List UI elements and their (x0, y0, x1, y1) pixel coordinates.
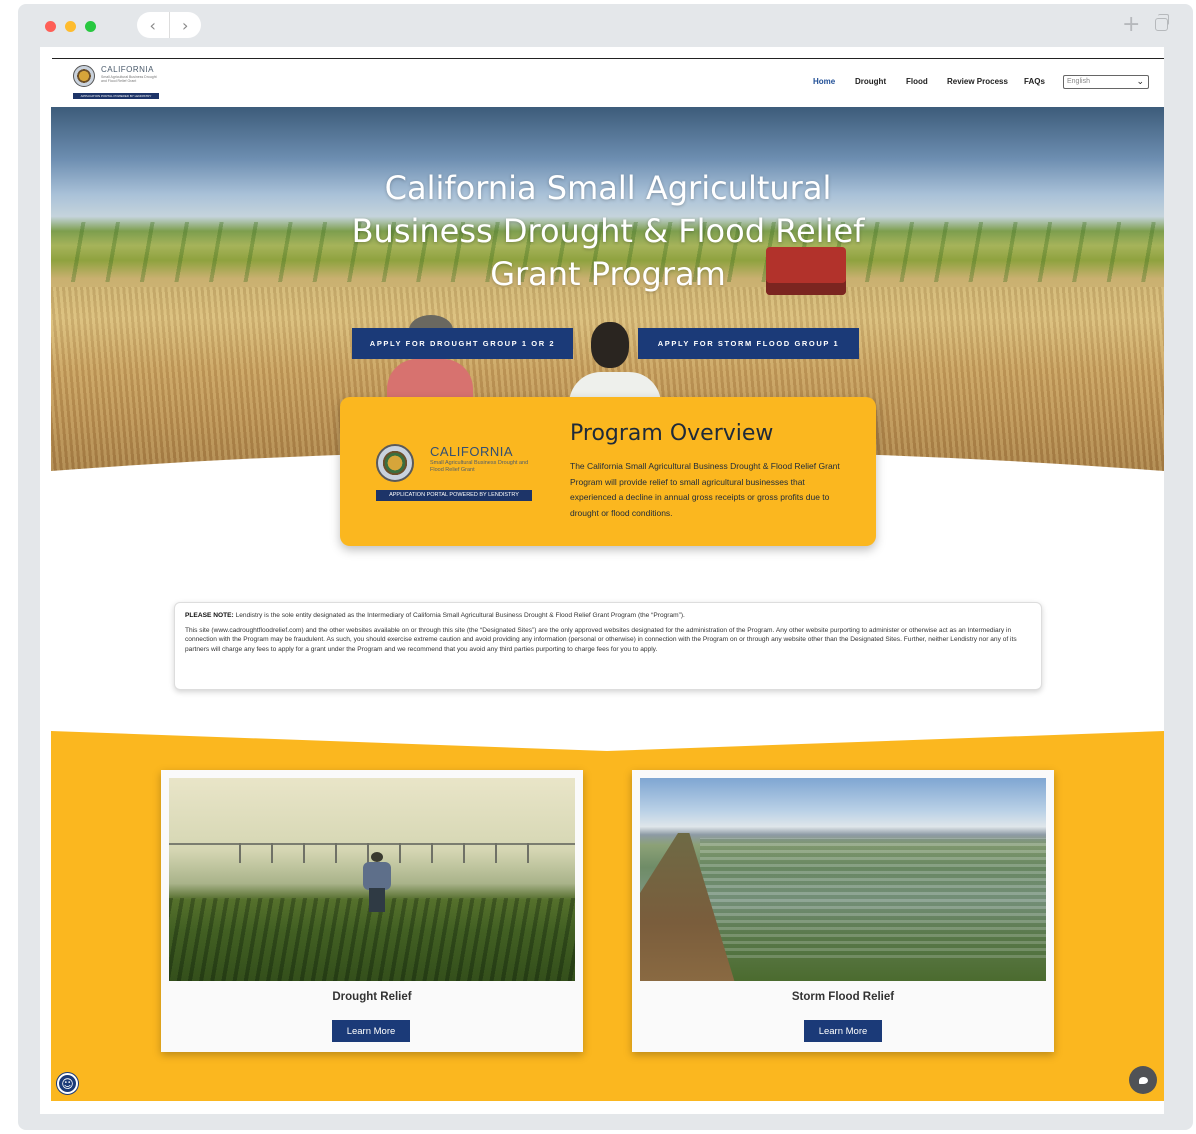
overview-logo-subtitle: Small Agricultural Business Drought and … (430, 460, 529, 473)
notice-lead: PLEASE NOTE: (185, 612, 234, 619)
notice-first-line: PLEASE NOTE: Lendistry is the sole entit… (185, 611, 1031, 620)
storm-flood-relief-title: Storm Flood Relief (791, 991, 895, 1003)
hero-title: California Small Agricultural Business D… (351, 169, 865, 293)
program-overview-card: CALIFORNIA Small Agricultural Business D… (340, 397, 876, 546)
browser-toolbar: ‹ › + (18, 4, 1193, 48)
drought-relief-card: Drought Relief Learn More (161, 770, 583, 1052)
language-select[interactable]: English ⌄ (1063, 75, 1149, 89)
nav-home[interactable]: Home (813, 77, 835, 86)
farmer-figure-head (371, 852, 383, 862)
drought-relief-image (169, 778, 575, 981)
flood-learn-more-button[interactable]: Learn More (804, 1020, 882, 1042)
farmer-figure-body (363, 862, 391, 890)
tab-overview-icon[interactable] (1155, 14, 1169, 31)
drought-learn-more-button[interactable]: Learn More (332, 1020, 410, 1042)
forward-button[interactable]: › (168, 12, 202, 38)
chat-bubble-icon[interactable] (1129, 1066, 1157, 1094)
overview-text: The California Small Agricultural Busine… (570, 461, 840, 518)
nav-faqs[interactable]: FAQs (1024, 77, 1045, 86)
accessibility-icon[interactable]: ☺ (57, 1073, 78, 1094)
logo-title: CALIFORNIA (101, 65, 155, 74)
overview-logo-powered-by: APPLICATION PORTAL POWERED BY LENDISTRY (376, 490, 532, 501)
chevron-down-icon: ⌄ (1136, 77, 1144, 87)
new-tab-button[interactable]: + (1122, 12, 1140, 37)
overview-title: Program Overview (570, 421, 774, 446)
header-divider (52, 58, 1164, 59)
storm-flood-relief-image (640, 778, 1046, 981)
nav-flood[interactable]: Flood (906, 77, 928, 86)
language-selected: English (1067, 78, 1090, 85)
storm-flood-relief-card: Storm Flood Relief Learn More (632, 770, 1054, 1052)
overview-logo: CALIFORNIA Small Agricultural Business D… (376, 444, 532, 504)
maximize-window-button[interactable] (85, 21, 96, 32)
nav-drought[interactable]: Drought (855, 77, 886, 86)
minimize-window-button[interactable] (65, 21, 76, 32)
overview-logo-title: CALIFORNIA (430, 444, 514, 459)
close-window-button[interactable] (45, 21, 56, 32)
chat-bubble-glyph (1138, 1076, 1148, 1084)
logo-powered-by: APPLICATION PORTAL POWERED BY LENDISTRY (73, 93, 159, 99)
hero-farmer-right-head (591, 322, 629, 368)
california-seal-icon (376, 444, 414, 482)
back-button[interactable]: ‹ (137, 12, 169, 38)
nav-review-process[interactable]: Review Process (947, 77, 1008, 86)
flooded-field (700, 838, 1046, 958)
drought-relief-title: Drought Relief (332, 991, 412, 1003)
farmer-figure-legs (369, 888, 385, 912)
apply-drought-button[interactable]: APPLY FOR DROUGHT GROUP 1 OR 2 (352, 328, 573, 359)
history-navigation: ‹ › (137, 12, 201, 38)
notice-body: This site (www.cadroughtfloodrelief.com)… (185, 627, 1017, 653)
notice-line1: Lendistry is the sole entity designated … (233, 612, 685, 619)
main-navigation: Home Drought Flood Review Process FAQs (40, 77, 1164, 91)
intermediary-notice: PLEASE NOTE: Lendistry is the sole entit… (174, 602, 1042, 690)
apply-flood-button[interactable]: APPLY FOR STORM FLOOD GROUP 1 (638, 328, 859, 359)
page-viewport: CALIFORNIA Small Agricultural Business D… (40, 47, 1164, 1114)
farmer-figure (359, 852, 395, 912)
